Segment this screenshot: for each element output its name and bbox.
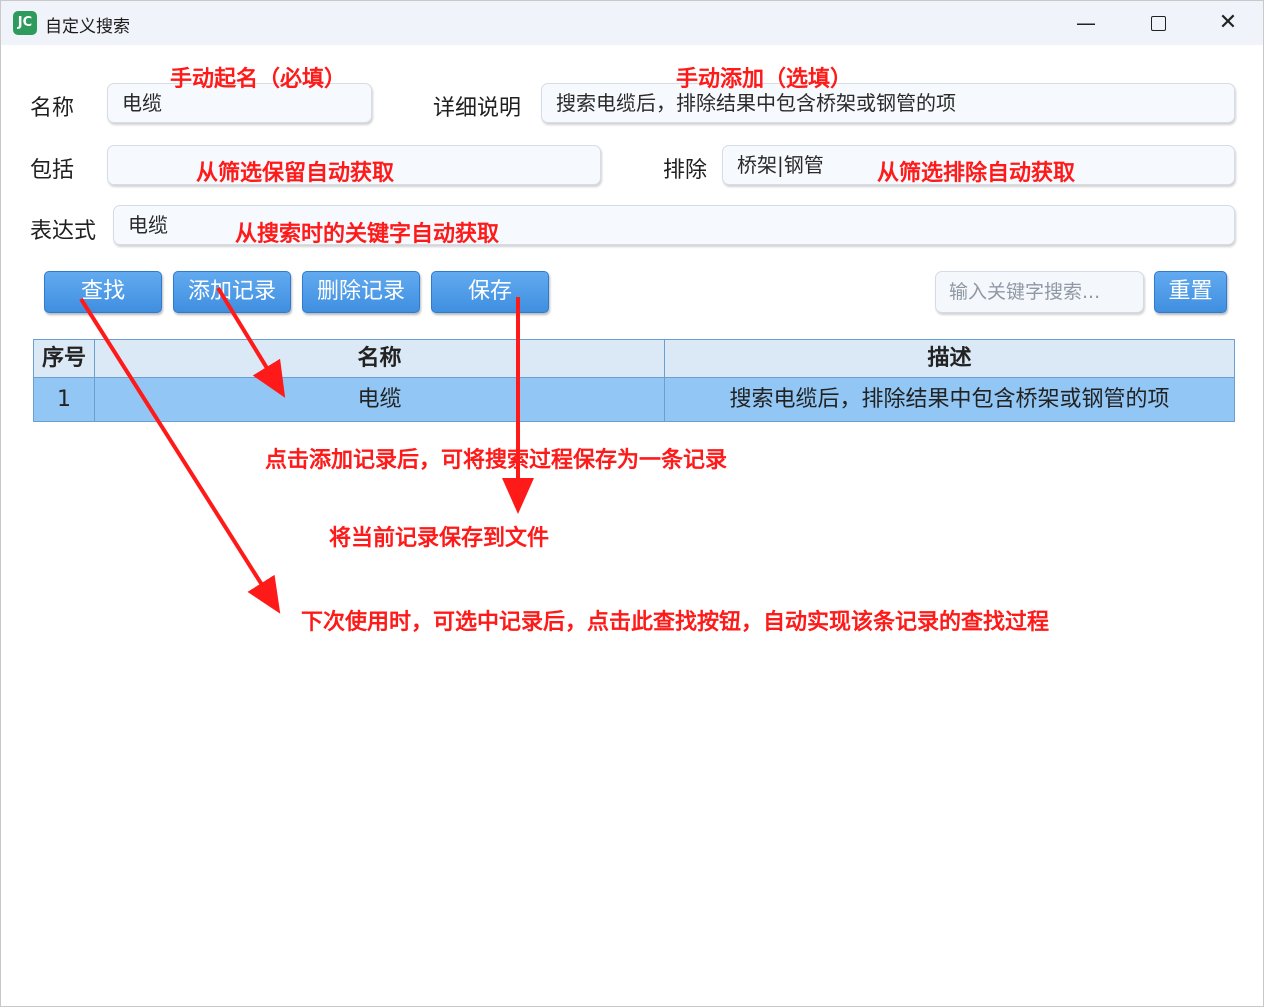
arrow-find — [79, 297, 281, 614]
arrow-add-record — [216, 286, 286, 398]
annotation-arrows — [79, 286, 534, 614]
custom-search-window: JC 自定义搜索 — ✕ 名称 电缆 详细说明 搜索电缆后，排除结果中包含桥架或… — [0, 0, 1264, 1007]
